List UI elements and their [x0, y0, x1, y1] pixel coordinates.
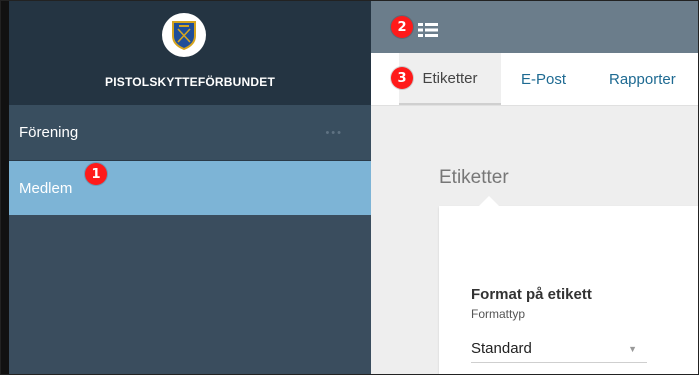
sidebar-empty-area — [9, 215, 371, 374]
format-type-select[interactable]: Standard ▼ — [471, 333, 647, 363]
list-menu-icon[interactable] — [418, 23, 438, 37]
sidebar-item-label: Förening — [19, 124, 79, 141]
brand-header: PISTOLSKYTTEFÖRBUNDET — [9, 1, 371, 105]
federation-logo[interactable] — [162, 13, 206, 57]
chevron-down-icon: ▼ — [628, 344, 637, 354]
sidebar-item-forening[interactable]: Förening ••• — [9, 105, 371, 161]
step-marker-1: 1 — [85, 163, 107, 185]
brand-name: PISTOLSKYTTEFÖRBUNDET — [105, 75, 275, 89]
sidebar: PISTOLSKYTTEFÖRBUNDET Förening ••• Medle… — [1, 1, 371, 374]
step-marker-2: 2 — [391, 16, 413, 38]
card-notch — [479, 196, 499, 206]
shield-logo-icon — [172, 21, 196, 50]
sidebar-item-label: Medlem — [19, 179, 73, 197]
more-icon[interactable]: ••• — [325, 127, 343, 139]
format-type-label: Formattyp — [471, 307, 526, 321]
select-value: Standard — [471, 340, 532, 357]
top-bar — [371, 1, 698, 53]
label-format-card: Format på etikett Formattyp Standard ▼ — [439, 196, 698, 374]
tab-epost[interactable]: E-Post — [521, 53, 566, 105]
card-heading: Format på etikett — [471, 286, 592, 303]
app-window: PISTOLSKYTTEFÖRBUNDET Förening ••• Medle… — [0, 0, 699, 375]
tab-rapporter[interactable]: Rapporter — [609, 53, 676, 105]
tab-bar: Etiketter E-Post Rapporter — [371, 53, 698, 106]
main-panel: Etiketter E-Post Rapporter Etiketter For… — [371, 1, 698, 374]
tab-etiketter[interactable]: Etiketter — [399, 53, 501, 105]
sidebar-item-medlem[interactable]: Medlem — [9, 161, 371, 215]
step-marker-3: 3 — [391, 67, 413, 89]
section-title: Etiketter — [439, 167, 509, 188]
